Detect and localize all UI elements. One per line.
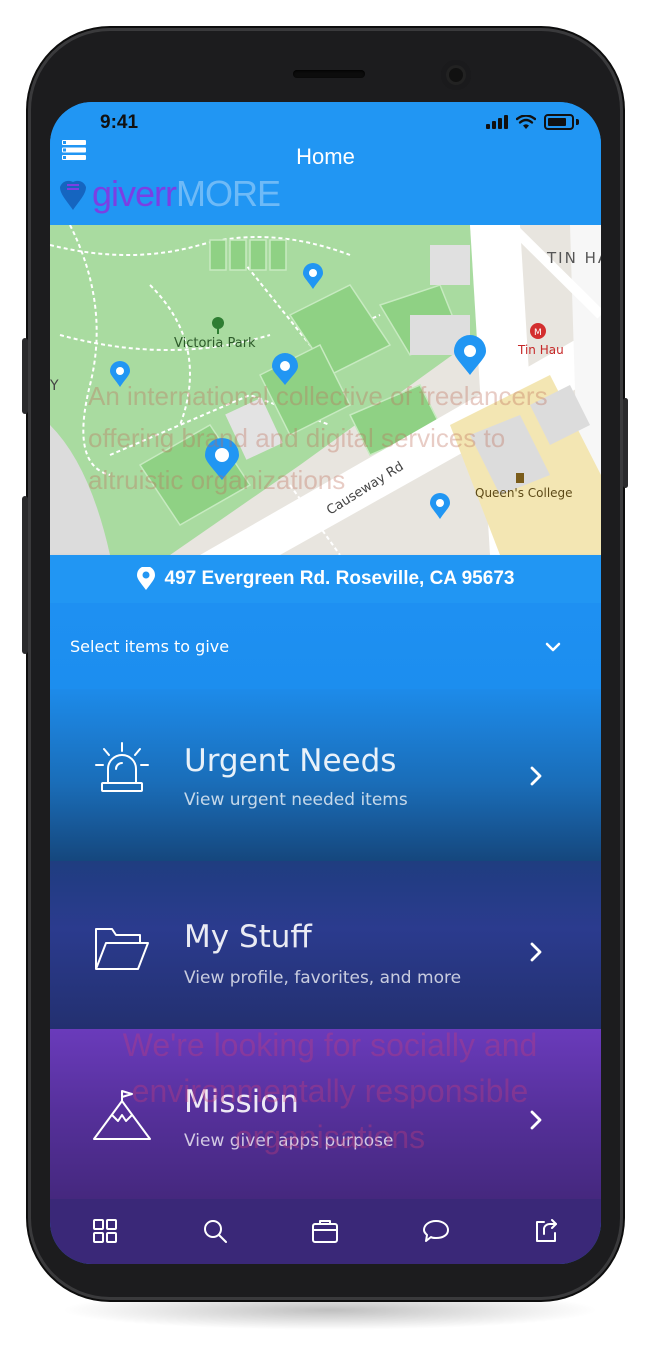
tab-grid[interactable] [91, 1217, 119, 1245]
map-label-station: Tin Hau [517, 343, 564, 357]
map-view[interactable]: M Victoria Park Tin Hau TIN HA Causeway … [50, 225, 601, 555]
logo-text-primary: giverr [92, 173, 177, 214]
map-overlay-tagline: An international collective of freelance… [88, 381, 548, 495]
battery-tip [576, 119, 579, 125]
page-title: Home [296, 144, 355, 169]
tab-share[interactable] [532, 1217, 560, 1245]
earpiece-speaker [293, 70, 365, 78]
address-text: 497 Evergreen Rd. Roseville, CA 95673 [164, 568, 515, 589]
chevron-down-icon [545, 642, 561, 652]
status-time: 9:41 [100, 112, 139, 133]
tab-chat[interactable] [422, 1217, 450, 1245]
app-header: 9:41 Home giverrMORE [50, 102, 601, 225]
status-icons [486, 114, 579, 130]
side-button-volume [22, 496, 28, 654]
map-label-park: Victoria Park [174, 336, 256, 351]
select-label: Select items to give [70, 637, 230, 656]
address-bar[interactable]: 497 Evergreen Rd. Roseville, CA 95673 [50, 555, 601, 603]
share-icon [535, 1219, 557, 1242]
logo-wordmark: giverrMORE [92, 173, 281, 215]
side-button-silent [22, 338, 28, 414]
tab-wallet[interactable] [311, 1217, 339, 1245]
app-logo: giverrMORE [58, 172, 281, 216]
select-items-dropdown[interactable]: Select items to give [50, 603, 601, 689]
side-button-power [623, 398, 628, 488]
menu-item-urgent-needs[interactable]: Urgent Needs View urgent needed items [50, 689, 601, 861]
chevron-right-icon [530, 942, 542, 962]
wifi-icon [516, 114, 536, 129]
menu-title: My Stuff [184, 919, 312, 955]
front-camera [441, 60, 471, 90]
app-screen: 9:41 Home giverrMORE M Victoria Park Tin… [50, 102, 601, 1264]
heart-pin-logo-icon [60, 180, 86, 210]
folder-icon [95, 928, 149, 970]
battery-icon [544, 114, 574, 130]
mission-overlay-tagline: We're looking for socially and environme… [122, 1027, 538, 1155]
wallet-icon [312, 1220, 339, 1243]
map-label-district: TIN HA [546, 249, 601, 267]
menu-subtitle: View urgent needed items [184, 790, 408, 810]
bottom-tab-bar [50, 1199, 601, 1264]
chevron-right-icon [530, 766, 542, 786]
tab-search[interactable] [201, 1217, 229, 1245]
signal-icon [486, 115, 508, 129]
menu-title: Urgent Needs [184, 743, 397, 779]
logo-text-faint: MORE [176, 173, 281, 214]
search-icon [204, 1220, 228, 1243]
chat-icon [422, 1220, 449, 1242]
map-label-edge: Y [50, 378, 59, 394]
menu-subtitle: View profile, favorites, and more [184, 968, 462, 988]
siren-icon [95, 742, 149, 792]
svg-text:M: M [534, 328, 542, 338]
grid-icon [93, 1219, 118, 1243]
menu-item-my-stuff[interactable]: My Stuff View profile, favorites, and mo… [50, 861, 601, 1029]
location-pin-icon [136, 567, 155, 590]
